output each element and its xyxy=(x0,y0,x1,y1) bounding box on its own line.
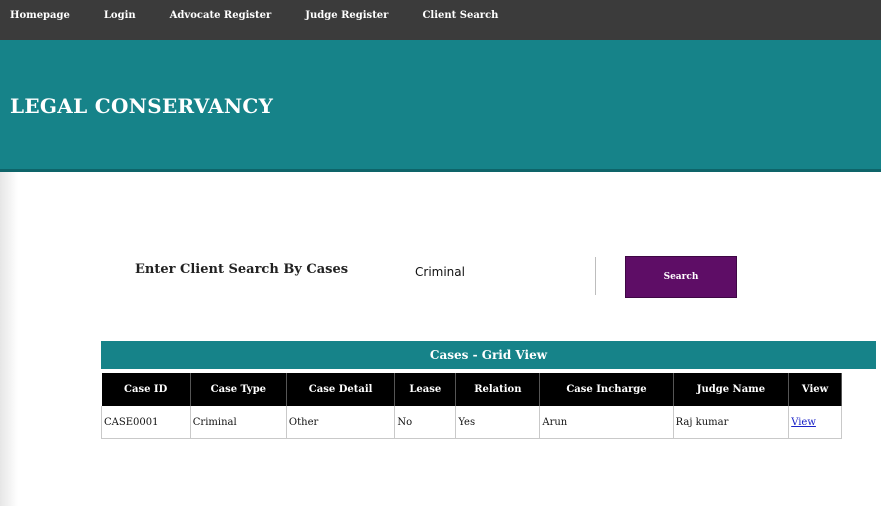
view-link[interactable]: View xyxy=(791,417,816,428)
background-shade xyxy=(0,170,18,506)
column-header-lease: Lease xyxy=(394,373,457,406)
column-header-view: View xyxy=(788,373,842,406)
cell-case-type: Criminal xyxy=(189,406,287,439)
table-header-row: Case ID Case Type Case Detail Lease Rela… xyxy=(101,373,842,406)
cases-table: Case ID Case Type Case Detail Lease Rela… xyxy=(101,373,842,439)
cell-case-id: CASE0001 xyxy=(101,406,191,439)
search-divider xyxy=(595,257,596,295)
nav-item-judge-register[interactable]: Judge Register xyxy=(305,10,388,21)
column-header-case-type: Case Type xyxy=(190,373,287,406)
cell-lease: No xyxy=(394,406,456,439)
column-header-case-detail: Case Detail xyxy=(286,373,396,406)
cell-view: View xyxy=(788,406,842,439)
nav-links: Homepage Login Advocate Register Judge R… xyxy=(10,0,532,30)
cell-judge-name: Raj kumar xyxy=(672,406,789,439)
top-navigation: Homepage Login Advocate Register Judge R… xyxy=(0,0,881,40)
cell-case-incharge: Arun xyxy=(539,406,674,439)
site-title: LEGAL CONSERVANCY xyxy=(10,94,274,118)
column-header-case-id: Case ID xyxy=(101,373,191,406)
grid-title: Cases - Grid View xyxy=(101,341,876,369)
nav-item-client-search[interactable]: Client Search xyxy=(422,10,498,21)
table-row: CASE0001 Criminal Other No Yes Arun Raj … xyxy=(101,406,842,439)
nav-item-homepage[interactable]: Homepage xyxy=(10,10,70,21)
banner-divider xyxy=(0,169,881,172)
column-header-relation: Relation xyxy=(455,373,541,406)
site-banner: LEGAL CONSERVANCY xyxy=(0,40,881,172)
nav-item-advocate-register[interactable]: Advocate Register xyxy=(170,10,272,21)
cell-relation: Yes xyxy=(455,406,540,439)
nav-item-login[interactable]: Login xyxy=(104,10,136,21)
search-label: Enter Client Search By Cases xyxy=(135,262,349,277)
column-header-judge-name: Judge Name xyxy=(673,373,790,406)
search-button[interactable]: Search xyxy=(625,256,737,298)
column-header-case-incharge: Case Incharge xyxy=(539,373,674,406)
cell-case-detail: Other xyxy=(285,406,395,439)
case-search-input[interactable] xyxy=(415,263,585,281)
